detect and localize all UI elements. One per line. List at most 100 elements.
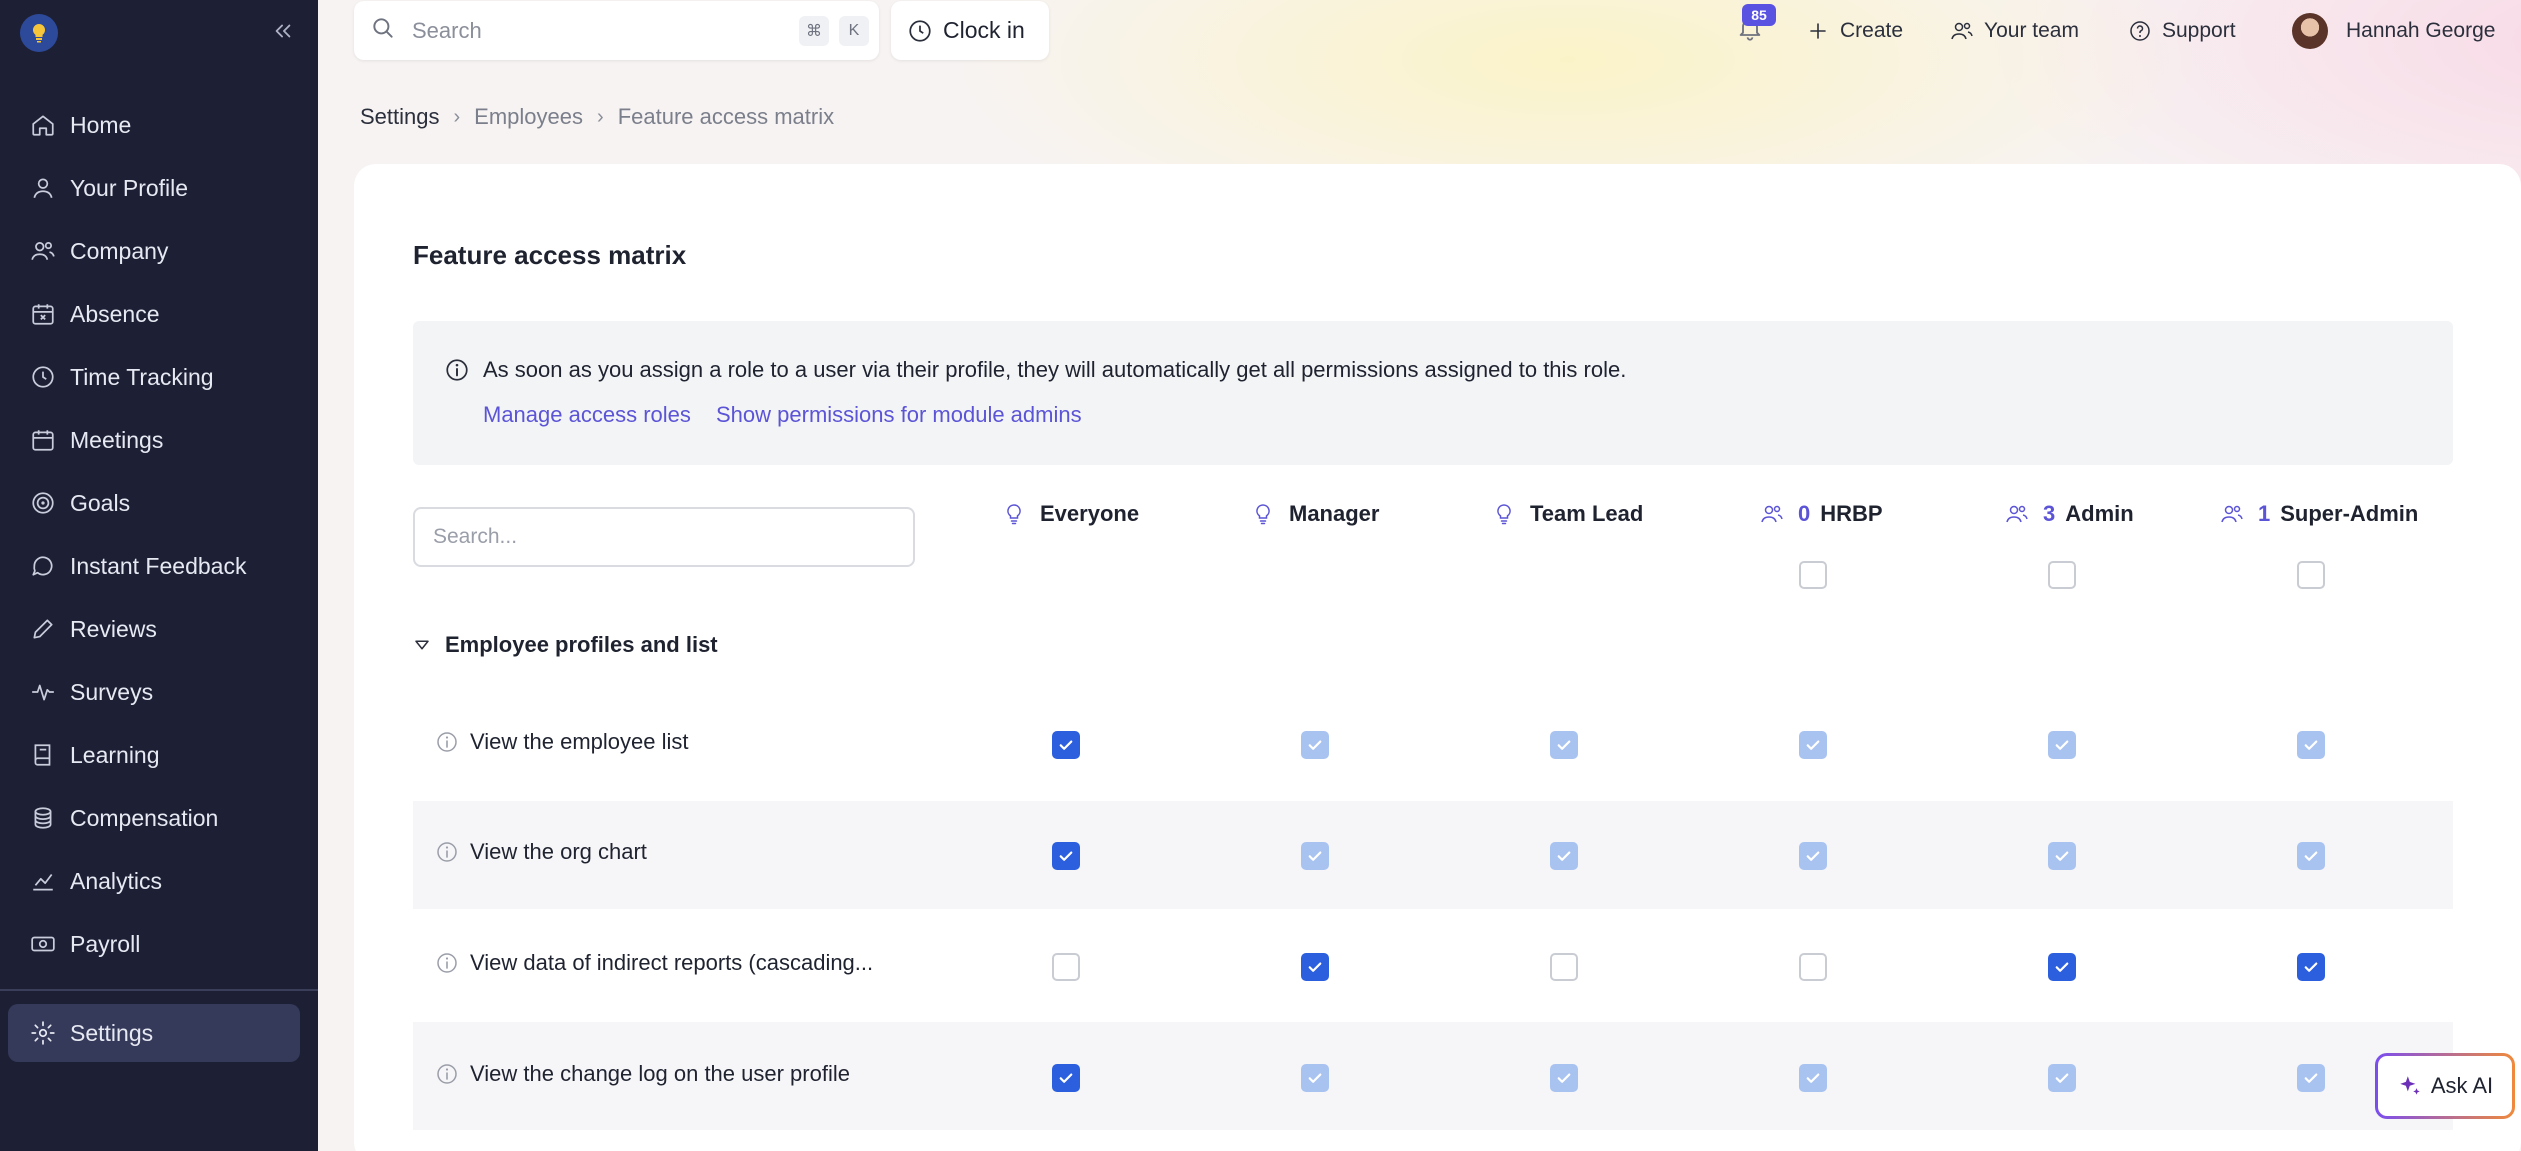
sidebar-item-compensation[interactable]: Compensation [8, 789, 300, 847]
sidebar-item-label: Company [70, 237, 169, 264]
section-title: Employee profiles and list [445, 632, 718, 657]
permission-checkbox-soft[interactable] [2297, 842, 2325, 870]
notification-count-badge: 85 [1742, 4, 1776, 26]
your-team-button[interactable]: Your team [1950, 16, 2079, 46]
permission-checkbox-soft[interactable] [2297, 731, 2325, 759]
shortcut-cmd-key: ⌘ [799, 15, 829, 46]
sidebar-item-label: Analytics [70, 867, 163, 894]
show-module-admin-permissions-link[interactable]: Show permissions for module admins [716, 402, 1082, 428]
user-avatar[interactable] [2292, 13, 2328, 49]
info-banner-text: As soon as you assign a role to a user v… [483, 357, 1627, 382]
breadcrumb-settings[interactable]: Settings [360, 104, 440, 130]
manage-access-roles-link[interactable]: Manage access roles [483, 402, 691, 428]
sidebar: Home Your Profile Company Absence Time T… [0, 0, 318, 1151]
permission-checkbox-empty[interactable] [1052, 953, 1080, 981]
checkmark-icon [1308, 851, 1322, 861]
create-button[interactable]: Create [1806, 16, 1903, 46]
column-name: Everyone [1040, 501, 1140, 526]
sidebar-item-company[interactable]: Company [8, 222, 300, 280]
sidebar-item-label: Settings [70, 1019, 154, 1046]
permission-checkbox-on[interactable] [1052, 842, 1080, 870]
collapse-sidebar-button[interactable] [268, 16, 298, 46]
checkmark-icon [2304, 740, 2318, 750]
column-header-admin[interactable]: 3 Admin [2005, 498, 2134, 530]
breadcrumb-employees[interactable]: Employees [474, 104, 583, 130]
plus-icon [1810, 23, 1826, 39]
bulb-icon [1256, 504, 1270, 525]
permission-checkbox-soft[interactable] [1301, 1064, 1329, 1092]
sidebar-item-payroll[interactable]: Payroll [8, 915, 300, 973]
permission-checkbox-soft[interactable] [1550, 1064, 1578, 1092]
select-all-super-admin-checkbox[interactable] [2297, 561, 2325, 589]
create-label: Create [1840, 19, 1904, 42]
banknote-icon [28, 929, 58, 959]
permission-checkbox-on[interactable] [1052, 1064, 1080, 1092]
users-icon [1761, 505, 1783, 523]
permission-checkbox-on[interactable] [2297, 953, 2325, 981]
column-header-hrbp[interactable]: 0 HRBP [1760, 498, 1883, 530]
sidebar-item-your-profile[interactable]: Your Profile [8, 159, 300, 217]
permission-checkbox-on[interactable] [1052, 731, 1080, 759]
permission-checkbox-soft[interactable] [1550, 842, 1578, 870]
global-search-input[interactable]: Search ⌘ K [354, 1, 879, 60]
info-icon [446, 359, 468, 381]
matrix-search-input[interactable]: Search... [413, 507, 915, 567]
info-banner [413, 321, 2453, 465]
calendar-x-icon [28, 299, 58, 329]
permission-row [413, 691, 2453, 799]
info-icon[interactable] [435, 730, 459, 754]
permission-label: View the org chart [470, 839, 647, 864]
permission-checkbox-soft[interactable] [2297, 1064, 2325, 1092]
permission-checkbox-soft[interactable] [1301, 731, 1329, 759]
select-all-admin-checkbox[interactable] [2048, 561, 2076, 589]
info-icon[interactable] [435, 951, 459, 975]
ask-ai-button[interactable]: Ask AI [2375, 1053, 2515, 1119]
checkmark-icon [1308, 740, 1322, 750]
app-logo[interactable] [20, 14, 58, 52]
column-header-super-admin[interactable]: 1 Super-Admin [2220, 498, 2418, 530]
sidebar-item-meetings[interactable]: Meetings [8, 411, 300, 469]
column-name: HRBP [1820, 501, 1883, 526]
permission-checkbox-soft[interactable] [2048, 842, 2076, 870]
info-icon[interactable] [435, 840, 459, 864]
permission-checkbox-on[interactable] [2048, 953, 2076, 981]
sidebar-item-label: Reviews [70, 615, 157, 642]
sidebar-item-absence[interactable]: Absence [8, 285, 300, 343]
sidebar-item-learning[interactable]: Learning [8, 726, 300, 784]
support-button[interactable]: Support [2128, 16, 2236, 46]
checkmark-icon [1308, 962, 1322, 972]
search-placeholder: Search [412, 17, 482, 43]
permission-checkbox-soft[interactable] [2048, 1064, 2076, 1092]
permission-checkbox-soft[interactable] [1799, 842, 1827, 870]
sidebar-item-reviews[interactable]: Reviews [8, 600, 300, 658]
info-icon[interactable] [435, 1062, 459, 1086]
lightbulb-logo-icon [32, 23, 46, 43]
permission-checkbox-on[interactable] [1301, 953, 1329, 981]
user-menu-button[interactable]: Hannah George [2346, 16, 2495, 46]
sidebar-item-settings[interactable]: Settings [8, 1004, 300, 1062]
permission-checkbox-soft[interactable] [1799, 731, 1827, 759]
sidebar-item-home[interactable]: Home [8, 96, 300, 154]
sidebar-item-goals[interactable]: Goals [8, 474, 300, 532]
sidebar-item-label: Instant Feedback [70, 552, 247, 579]
calendar-icon [28, 425, 58, 455]
permission-checkbox-empty[interactable] [1550, 953, 1578, 981]
bulb-icon [1497, 504, 1511, 525]
permission-checkbox-soft[interactable] [1550, 731, 1578, 759]
select-all-hrbp-checkbox[interactable] [1799, 561, 1827, 589]
checkmark-icon [2055, 1073, 2069, 1083]
sidebar-item-analytics[interactable]: Analytics [8, 852, 300, 910]
user-name: Hannah George [2346, 19, 2496, 42]
sidebar-item-surveys[interactable]: Surveys [8, 663, 300, 721]
clock-in-button[interactable]: Clock in [891, 1, 1049, 60]
permission-checkbox-empty[interactable] [1799, 953, 1827, 981]
sidebar-item-instant-feedback[interactable]: Instant Feedback [8, 537, 300, 595]
sidebar-item-label: Meetings [70, 426, 164, 453]
permission-checkbox-soft[interactable] [2048, 731, 2076, 759]
section-toggle-employee-profiles[interactable]: Employee profiles and list [413, 632, 718, 658]
permission-checkbox-soft[interactable] [1301, 842, 1329, 870]
permission-checkbox-soft[interactable] [1799, 1064, 1827, 1092]
sidebar-item-time-tracking[interactable]: Time Tracking [8, 348, 300, 406]
checkmark-icon [1308, 1073, 1322, 1083]
page-title: Feature access matrix [413, 240, 687, 270]
